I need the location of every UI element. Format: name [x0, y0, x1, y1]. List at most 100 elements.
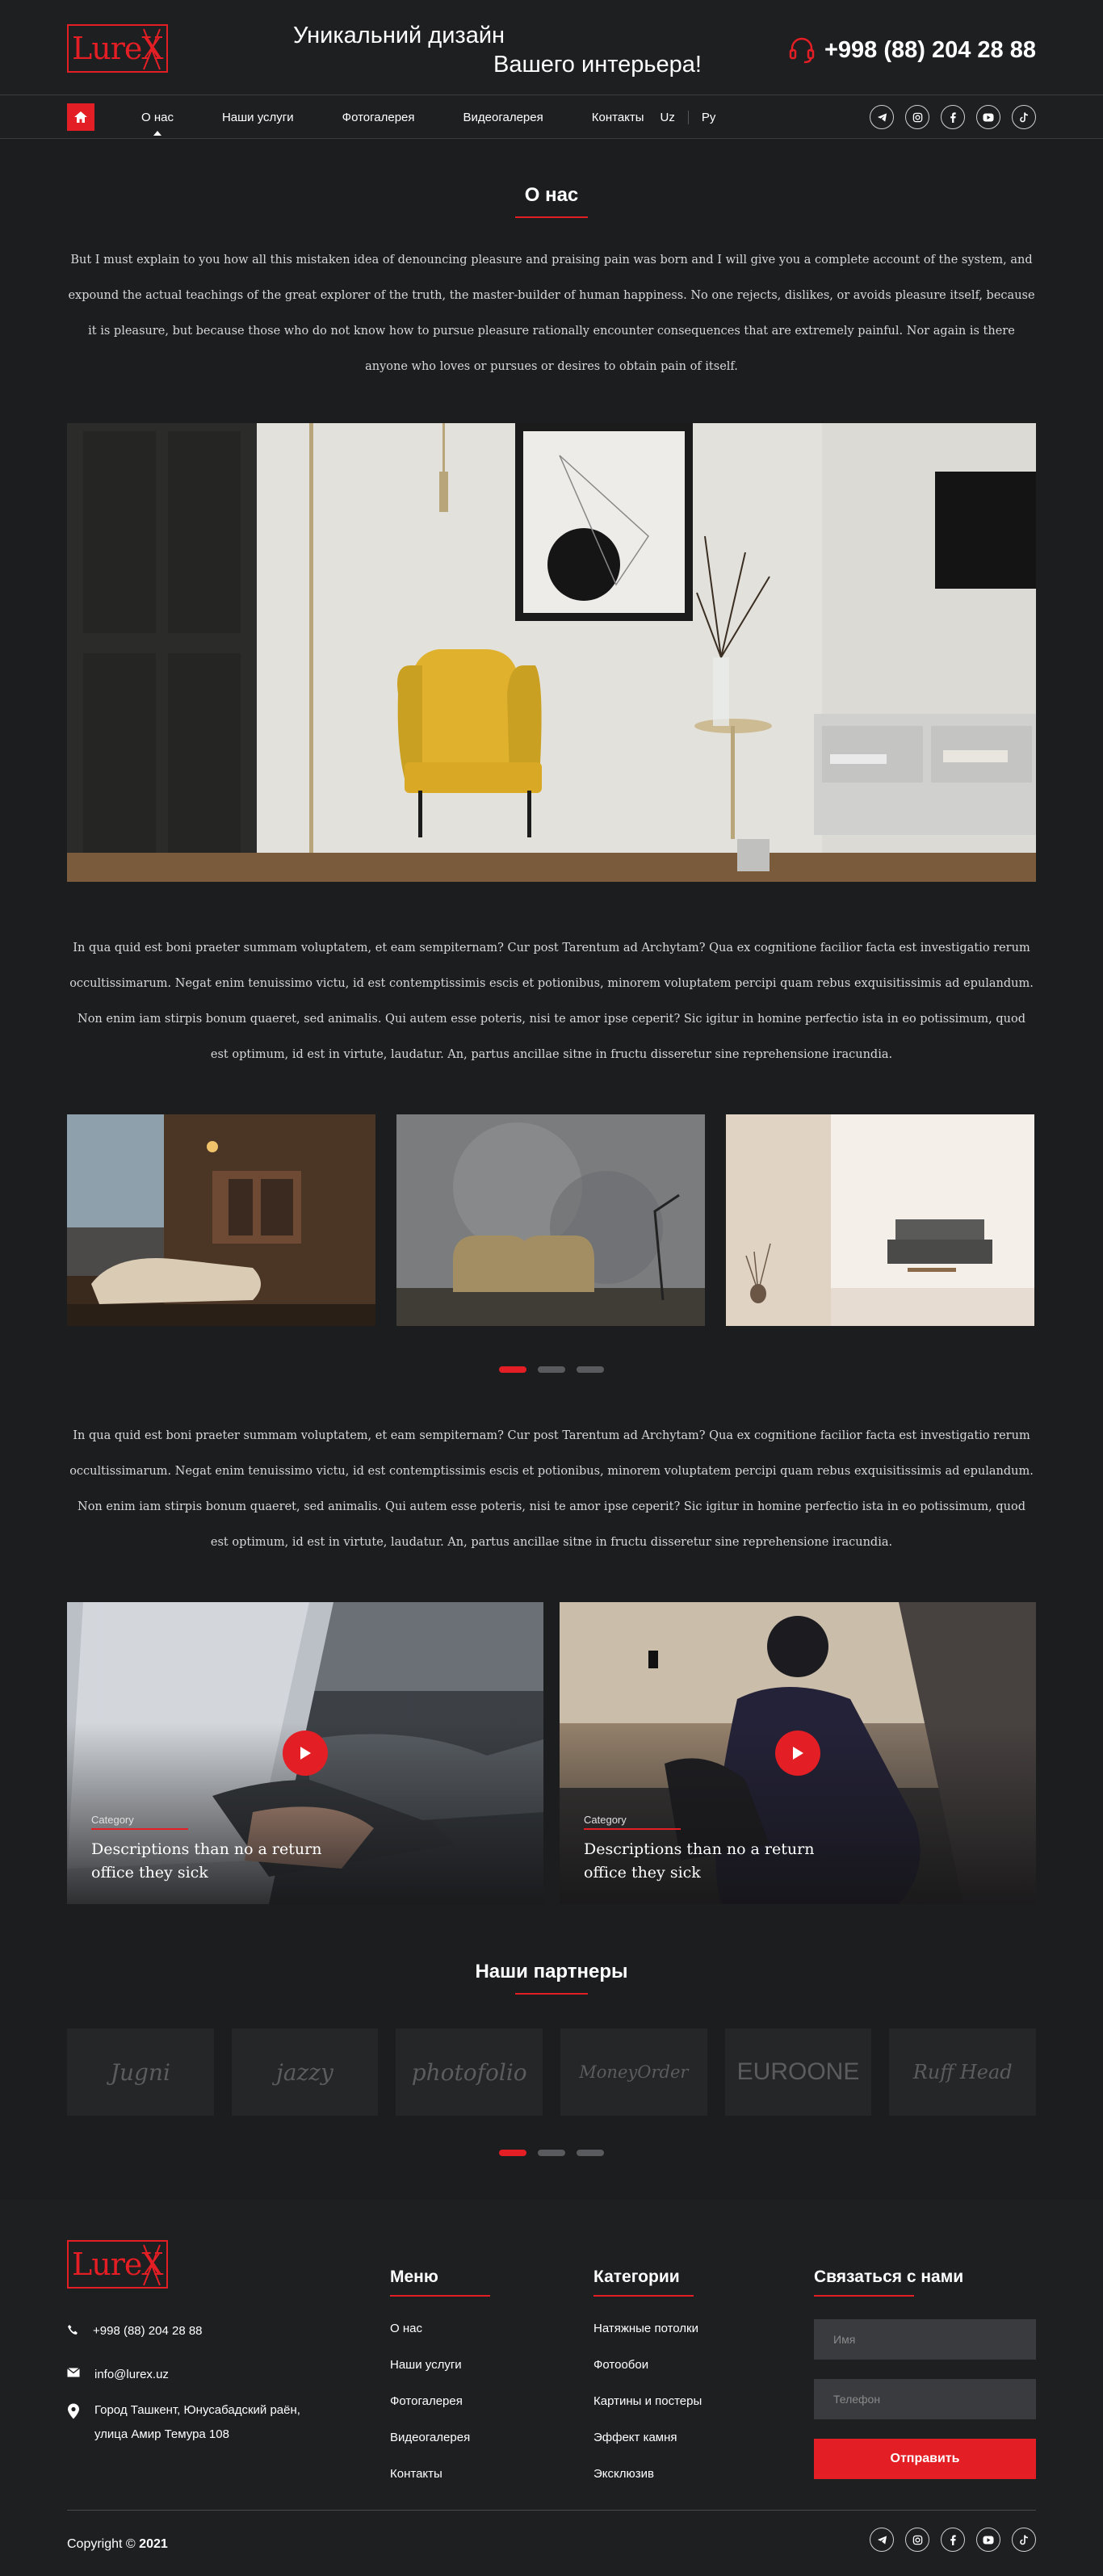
main-nav: О нас Наши услуги Фотогалерея Видеогалер… — [0, 95, 1103, 139]
video-category: Category — [91, 1814, 134, 1826]
location-pin-icon — [68, 2403, 79, 2419]
telegram-icon[interactable] — [870, 105, 894, 129]
partner-logo[interactable]: MoneyOrder — [560, 2028, 707, 2116]
footer-category-link[interactable]: Картины и постеры — [593, 2393, 702, 2410]
footer-email[interactable]: info@lurex.uz — [67, 2363, 169, 2387]
carousel-dot[interactable] — [538, 2150, 565, 2156]
video-card[interactable]: Category Descriptions than no a return o… — [67, 1602, 543, 1904]
about-section: О нас But I must explain to you how all … — [67, 139, 1037, 2156]
tiktok-icon[interactable] — [1012, 2528, 1036, 2552]
headset-icon — [789, 37, 815, 64]
footer-category-link[interactable]: Фотообои — [593, 2357, 702, 2373]
carousel-dot[interactable] — [538, 1366, 565, 1373]
about-intro: But I must explain to you how all this m… — [68, 254, 1035, 373]
footer-socials — [870, 2528, 1036, 2552]
footer-link-services[interactable]: Наши услуги — [390, 2357, 490, 2373]
nav-item-videogallery[interactable]: Видеогалерея — [463, 111, 543, 124]
facebook-icon[interactable] — [941, 2528, 965, 2552]
about-text-2: In qua quid est boni praeter summam volu… — [69, 942, 1034, 1061]
carousel-dot[interactable] — [577, 1366, 604, 1373]
footer-category-link[interactable]: Натяжные потолки — [593, 2321, 702, 2337]
gallery-photo-armchairs[interactable] — [396, 1114, 705, 1326]
lang-uz[interactable]: Uz — [661, 110, 689, 124]
footer-address: Город Ташкент, Юнусабадский раён, улица … — [67, 2398, 309, 2447]
partner-logo[interactable]: jazzy — [231, 2028, 379, 2116]
footer-link-contacts[interactable]: Контакты — [390, 2466, 490, 2482]
footer-phone[interactable]: +998 (88) 204 28 88 — [67, 2319, 203, 2343]
carousel-dot[interactable] — [577, 2150, 604, 2156]
video-card[interactable]: Category Descriptions than no a return o… — [560, 1602, 1036, 1904]
top-header: LureX Уникальний дизайн Вашего интерьера… — [0, 0, 1103, 95]
title-underline — [593, 2295, 694, 2297]
partner-logo[interactable]: EUROONE — [724, 2028, 872, 2116]
carousel-dot[interactable] — [499, 2150, 526, 2156]
mail-icon — [67, 2368, 80, 2377]
home-button[interactable] — [67, 103, 94, 131]
site-logo[interactable]: LureX — [67, 24, 168, 73]
footer-link-videogallery[interactable]: Видеогалерея — [390, 2430, 490, 2446]
nav-item-contacts[interactable]: Контакты — [592, 111, 644, 124]
about-text-3: In qua quid est boni praeter summam volu… — [69, 1429, 1034, 1549]
instagram-icon[interactable] — [905, 2528, 929, 2552]
partner-logo[interactable]: Jugni — [67, 2028, 214, 2116]
video-cards: Category Descriptions than no a return o… — [67, 1602, 1036, 1904]
footer-link-about[interactable]: О нас — [390, 2321, 490, 2337]
play-button[interactable] — [775, 1731, 820, 1776]
telegram-icon[interactable] — [870, 2528, 894, 2552]
lang-ru[interactable]: Ру — [689, 111, 729, 124]
play-button[interactable] — [283, 1731, 328, 1776]
footer-logo[interactable]: LureX — [67, 2240, 168, 2289]
footer-category-link[interactable]: Эксклюзив — [593, 2466, 702, 2482]
facebook-icon[interactable] — [941, 105, 965, 129]
name-input[interactable] — [814, 2319, 1036, 2360]
title-underline — [515, 1993, 588, 1995]
partner-logo[interactable]: Ruff Head — [889, 2028, 1037, 2116]
gallery-photo-living-room[interactable] — [67, 1114, 375, 1326]
footer-categories: Категории Натяжные потолки Фотообои Карт… — [593, 2268, 702, 2482]
phone-number: +998 (88) 204 28 88 — [824, 36, 1036, 63]
footer-link-photogallery[interactable]: Фотогалерея — [390, 2393, 490, 2410]
submit-button[interactable]: Отправить — [814, 2439, 1036, 2479]
gallery-pagination — [67, 1366, 1036, 1373]
phone-input[interactable] — [814, 2379, 1036, 2419]
site-footer: LureX +998 (88) 204 28 88 info@lurex.uz … — [0, 2200, 1103, 2576]
footer-category-link[interactable]: Эффект камня — [593, 2430, 702, 2446]
nav-item-services[interactable]: Наши услуги — [222, 111, 294, 124]
header-phone[interactable]: +998 (88) 204 28 88 — [787, 36, 1036, 65]
footer-categories-title: Категории — [593, 2268, 680, 2286]
video-title: Descriptions than no a return office the… — [584, 1840, 815, 1882]
nav-item-photogallery[interactable]: Фотогалерея — [342, 111, 415, 124]
footer-divider — [67, 2510, 1036, 2511]
title-underline — [814, 2295, 914, 2297]
home-icon — [74, 111, 87, 123]
carousel-dot[interactable] — [499, 1366, 526, 1373]
contact-form-title: Связаться с нами — [814, 2268, 964, 2286]
tagline-line2: Вашего интерьера! — [493, 52, 702, 78]
tiktok-icon[interactable] — [1012, 105, 1036, 129]
partners-carousel: Jugni jazzy photofolio MoneyOrder EUROON… — [67, 2028, 1037, 2116]
video-title: Descriptions than no a return office the… — [91, 1840, 322, 1882]
partners-pagination — [67, 2150, 1036, 2156]
partner-logo[interactable]: photofolio — [396, 2028, 543, 2116]
category-underline — [584, 1828, 681, 1830]
interior-hero-image — [67, 423, 1036, 882]
footer-menu: Меню О нас Наши услуги Фотогалерея Видео… — [390, 2268, 490, 2482]
play-icon — [793, 1747, 803, 1760]
tagline-line1: Уникальний дизайн — [293, 23, 505, 48]
instagram-icon[interactable] — [905, 105, 929, 129]
copyright-year: 2021 — [139, 2537, 168, 2551]
about-title: О нас — [524, 184, 579, 206]
footer-email-text: info@lurex.uz — [94, 2368, 169, 2381]
title-underline — [515, 216, 588, 218]
nav-item-about[interactable]: О нас — [141, 111, 174, 124]
gallery-photo-sofa[interactable] — [726, 1114, 1034, 1326]
header-socials — [870, 105, 1036, 129]
footer-phone-text: +998 (88) 204 28 88 — [93, 2324, 203, 2338]
youtube-icon[interactable] — [976, 2528, 1000, 2552]
youtube-icon[interactable] — [976, 105, 1000, 129]
gallery-carousel — [67, 1114, 1036, 1326]
main-content: О нас But I must explain to you how all … — [0, 139, 1103, 2156]
copyright: Copyright © 2021 — [67, 2537, 168, 2552]
video-category: Category — [584, 1814, 627, 1826]
phone-icon — [68, 2325, 78, 2335]
